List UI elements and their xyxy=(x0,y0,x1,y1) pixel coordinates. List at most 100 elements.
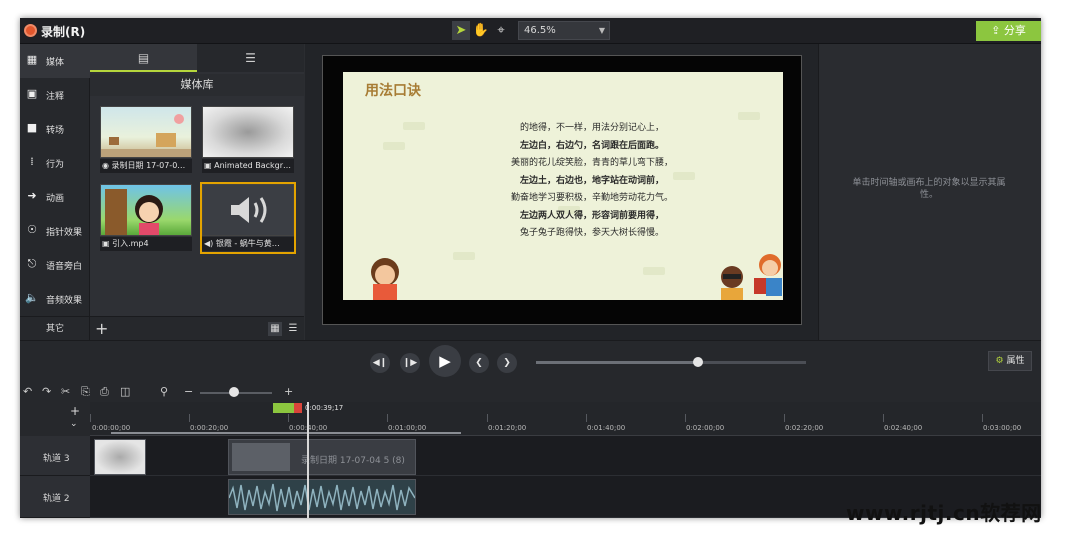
sidebar-item-behaviors[interactable]: ⁞ 行为 xyxy=(20,146,90,180)
tab-media-bin[interactable]: ▤ xyxy=(90,44,197,72)
media-item-intro-video[interactable]: ▣ 引入.mp4 xyxy=(100,184,192,252)
tick-label: 0:01:20;00 xyxy=(488,424,527,432)
sidebar-item-media[interactable]: ▦ 媒体 xyxy=(20,44,90,78)
playhead-time: 0:00:39;17 xyxy=(305,404,344,412)
select-cursor-icon[interactable]: ➤ xyxy=(452,21,470,40)
undo-icon[interactable]: ↶ xyxy=(23,385,32,398)
next-icon[interactable]: ❯ xyxy=(497,353,517,373)
cut-icon[interactable]: ✂ xyxy=(61,385,70,398)
zoom-out-icon[interactable]: − xyxy=(184,385,193,398)
clip-audio-waveform[interactable] xyxy=(228,479,416,515)
thumbnail-art xyxy=(101,114,191,157)
sidebar-item-label: 行为 xyxy=(46,160,65,170)
clip-recording[interactable]: 录制日期 17-07-04 5 (8) xyxy=(228,439,416,475)
tick-label: 0:01:00;00 xyxy=(388,424,427,432)
chevron-down-icon[interactable]: ⌄ xyxy=(70,419,78,429)
playback-controls: ◀❙ ❙▶ ▶ ❮ ❯ ⚙ 属性 xyxy=(20,340,1041,382)
properties-button[interactable]: ⚙ 属性 xyxy=(988,351,1032,371)
timeline-toolbar: ↶ ↷ ✂ ⎘ ⎙ ◫ ⚲ − + xyxy=(20,382,1041,402)
slide: 用法口诀 的地得，不一样，用法分别记心上， 左边白，右边勺，名词跟在后面跑。 美… xyxy=(343,72,783,300)
media-caption: ▣ Animated Backgr… xyxy=(202,159,294,173)
zoom-in-icon[interactable]: + xyxy=(284,385,293,398)
tick-label: 0:03:00;00 xyxy=(983,424,1022,432)
list-view-icon[interactable]: ☰ xyxy=(286,322,300,336)
track-label: 轨道 3 xyxy=(43,454,70,464)
thumbnail xyxy=(202,106,294,158)
clip-animated-background[interactable] xyxy=(94,439,146,475)
media-caption: ◉ 录制日期 17-07-0… xyxy=(100,159,192,173)
search-icon[interactable]: ⚲ xyxy=(160,385,168,398)
playhead[interactable] xyxy=(307,402,309,518)
top-toolbar: 录制(R) ➤ ✋ ⌖ 46.5% ▼ ⇪ 分享 xyxy=(20,18,1041,44)
tools-sidebar: ▦ 媒体 ▣ 注释 ■ 转场 ⁞ 行为 ➜ 动画 ☉ 指针效果 ⎋ 语音旁白 🔈 xyxy=(20,44,90,340)
pan-hand-icon[interactable]: ✋ xyxy=(472,21,490,40)
cartoon-boy-glasses xyxy=(721,266,743,300)
brick-decoration xyxy=(453,252,475,260)
share-button[interactable]: ⇪ 分享 xyxy=(976,21,1041,41)
record-icon[interactable] xyxy=(24,24,37,37)
brick-decoration xyxy=(403,122,425,130)
sidebar-item-animations[interactable]: ➜ 动画 xyxy=(20,180,90,214)
poem-line: 左边白，右边勺，名词跟在后面跑。 xyxy=(519,140,664,151)
redo-icon[interactable]: ↷ xyxy=(42,385,51,398)
share-label: 分享 xyxy=(1003,24,1026,37)
annotation-icon: ▣ xyxy=(26,87,38,100)
record-button[interactable]: 录制(R) xyxy=(41,23,85,40)
media-caption: ▣ 引入.mp4 xyxy=(100,237,192,251)
media-item-animated-background[interactable]: ▣ Animated Backgr… xyxy=(202,106,294,174)
sidebar-item-annotations[interactable]: ▣ 注释 xyxy=(20,78,90,112)
track-header-3[interactable]: 轨道 3 xyxy=(20,436,90,476)
sidebar-item-label: 语音旁白 xyxy=(46,262,83,272)
slide-title: 用法口诀 xyxy=(365,83,421,99)
sidebar-item-cursor-effects[interactable]: ☉ 指针效果 xyxy=(20,214,90,248)
speaker-icon: 🔈 xyxy=(25,291,39,304)
add-media-button[interactable]: + xyxy=(95,319,108,338)
animation-arrow-icon: ➜ xyxy=(27,189,37,202)
crop-icon[interactable]: ⌖ xyxy=(492,21,510,40)
track-label: 轨道 2 xyxy=(43,494,70,504)
grid-view-icon[interactable]: ▦ xyxy=(268,322,282,336)
behavior-icon: ⁞ xyxy=(30,155,34,168)
poem-line: 的地得，不一样，用法分别记心上， xyxy=(519,123,664,133)
microphone-icon: ⎋ xyxy=(27,257,37,270)
add-track-icon[interactable]: + xyxy=(70,404,80,418)
timeline-corner: + ⌄ xyxy=(20,402,90,436)
scrubber-knob[interactable] xyxy=(693,357,703,367)
speaker-icon xyxy=(231,197,267,223)
sidebar-item-label: 注释 xyxy=(46,92,65,102)
clip-label: 录制日期 17-07-04 5 (8) xyxy=(301,456,405,466)
poem-line: 兔子兔子跑得快，参天大树长得慢。 xyxy=(519,228,664,238)
play-button[interactable]: ▶ xyxy=(429,345,461,377)
track-row-3: 录制日期 17-07-04 5 (8) xyxy=(90,436,1041,476)
sidebar-item-voice-narration[interactable]: ⎋ 语音旁白 xyxy=(20,248,90,282)
media-item-audio[interactable]: ◀) 银霞 - 蜗牛与黄… xyxy=(200,182,296,254)
zoom-value: 46.5% xyxy=(524,25,556,36)
tick-label: 0:01:40;00 xyxy=(587,424,626,432)
step-forward-icon[interactable]: ❙▶ xyxy=(400,353,420,373)
chevron-down-icon: ▼ xyxy=(598,26,605,35)
sidebar-more-button[interactable]: 其它 xyxy=(20,316,90,340)
canvas-preview[interactable]: 用法口诀 的地得，不一样，用法分别记心上， 左边白，右边勺，名词跟在后面跑。 美… xyxy=(322,55,802,325)
sidebar-item-label: 媒体 xyxy=(46,58,65,68)
timeline-ruler[interactable]: 0:00:00;00 0:00:20;00 0:00:40;00 0:01:00… xyxy=(90,402,1041,436)
sidebar-item-transitions[interactable]: ■ 转场 xyxy=(20,112,90,146)
playhead-out-marker[interactable] xyxy=(294,403,302,413)
playback-scrubber[interactable] xyxy=(536,361,806,364)
tab-library-list[interactable]: ☰ xyxy=(197,44,304,72)
media-item-recording[interactable]: ◉ 录制日期 17-07-0… xyxy=(100,106,192,174)
site-watermark: www.rjtj.cn软荐网 xyxy=(846,501,1042,525)
paste-icon[interactable]: ⎙ xyxy=(100,385,109,399)
sidebar-item-audio-effects[interactable]: 🔈 音频效果 xyxy=(20,282,90,316)
zoom-select[interactable]: 46.5% ▼ xyxy=(518,21,610,40)
gear-icon: ⚙ xyxy=(995,356,1004,366)
cartoon-girl xyxy=(371,258,399,300)
previous-icon[interactable]: ❮ xyxy=(469,353,489,373)
track-header-2[interactable]: 轨道 2 xyxy=(20,476,90,518)
library-title: 媒体库 xyxy=(90,74,304,96)
split-icon[interactable]: ◫ xyxy=(120,385,130,398)
transition-icon: ■ xyxy=(26,121,38,134)
copy-icon[interactable]: ⎘ xyxy=(81,385,90,399)
timeline-zoom-knob[interactable] xyxy=(229,387,239,397)
step-back-icon[interactable]: ◀❙ xyxy=(370,353,390,373)
properties-panel: 单击时间轴或画布上的对象以显示其属性。 xyxy=(818,44,1041,340)
